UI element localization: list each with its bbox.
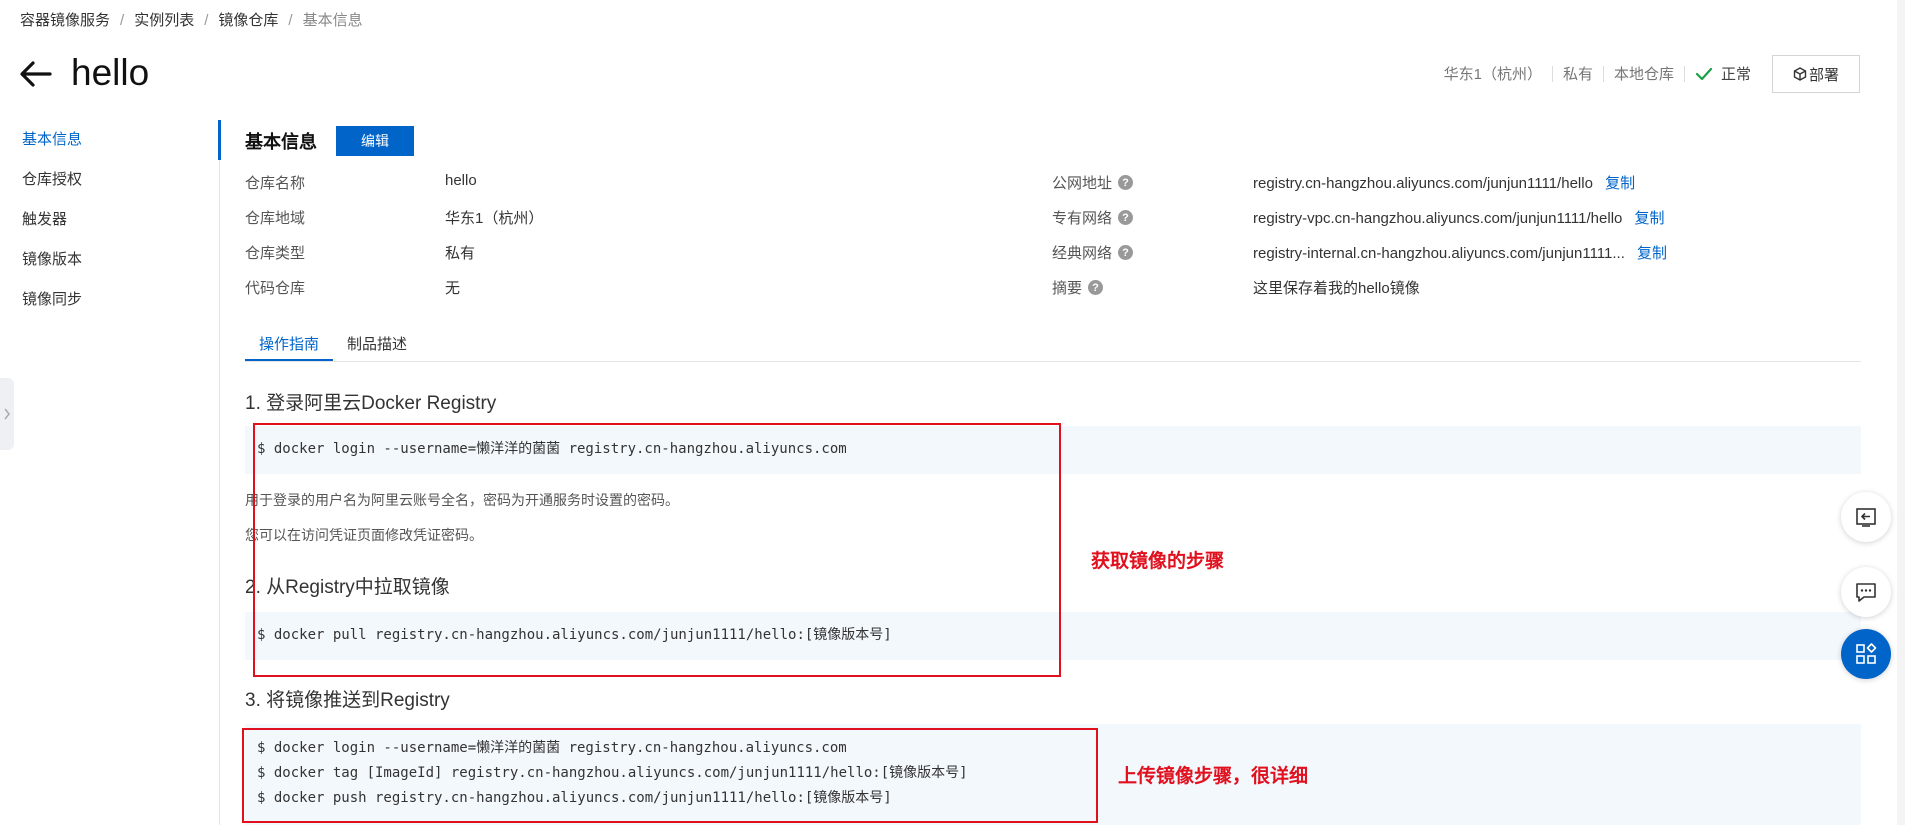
info-label-code-repo: 代码仓库: [245, 280, 306, 297]
meta-divider: [1683, 65, 1685, 82]
apps-button[interactable]: [1841, 629, 1891, 679]
edit-button[interactable]: 编辑: [336, 126, 414, 156]
sidenav-divider: [219, 120, 220, 825]
deploy-button[interactable]: 部署: [1772, 55, 1860, 93]
info-label-text: 公网地址: [1052, 175, 1113, 192]
classic-address-text: registry-internal.cn-hangzhou.aliyuncs.c…: [1253, 245, 1625, 262]
info-label-text: 摘要: [1052, 280, 1083, 297]
repo-source-text: 本地仓库: [1613, 66, 1674, 83]
meta-divider: [1602, 65, 1604, 82]
page-scrollbar[interactable]: [1897, 0, 1905, 825]
chat-icon: [1856, 583, 1876, 602]
collapse-handle[interactable]: [0, 378, 14, 450]
annotation-note-push: 上传镜像步骤，很详细: [1118, 766, 1309, 787]
help-icon[interactable]: ?: [1118, 175, 1134, 190]
info-label-repo-type: 仓库类型: [245, 245, 306, 262]
annotation-box-push-steps: [242, 728, 1098, 823]
info-value-repo-name: hello: [445, 172, 477, 189]
step3-title: 3. 将镜像推送到Registry: [245, 690, 450, 711]
back-arrow-icon[interactable]: [18, 56, 54, 92]
feedback-button[interactable]: [1841, 567, 1891, 617]
info-label-text: 专有网络: [1052, 210, 1113, 227]
info-label-repo-name: 仓库名称: [245, 175, 306, 192]
copy-classic-address-link[interactable]: 复制: [1637, 245, 1667, 262]
info-value-repo-type: 私有: [445, 245, 476, 262]
breadcrumb-separator: /: [120, 12, 125, 29]
deploy-label: 部署: [1808, 66, 1839, 84]
sidenav-item-basic-info[interactable]: 基本信息: [0, 120, 220, 160]
sidenav-active-indicator: [218, 120, 221, 160]
tab-artifact-description[interactable]: 制品描述: [333, 333, 421, 361]
info-label-vpc: 专有网络?: [1052, 207, 1134, 228]
apps-grid-icon: [1856, 643, 1877, 664]
content-tabs: 操作指南 制品描述: [245, 333, 1861, 362]
info-value-code-repo: 无: [445, 280, 461, 297]
visibility-text: 私有: [1562, 66, 1593, 83]
breadcrumb-separator: /: [288, 12, 293, 29]
breadcrumb-separator: /: [204, 12, 209, 29]
annotation-note-pull: 获取镜像的步骤: [1091, 551, 1225, 572]
info-value-vpc: registry-vpc.cn-hangzhou.aliyuncs.com/ju…: [1253, 207, 1665, 228]
sidenav-item-image-versions[interactable]: 镜像版本: [0, 240, 220, 280]
sidenav-item-triggers[interactable]: 触发器: [0, 200, 220, 240]
header-meta: 华东1（杭州） 私有 本地仓库 正常: [1444, 63, 1751, 84]
copy-public-address-link[interactable]: 复制: [1605, 175, 1635, 192]
info-label-classic-network: 经典网络?: [1052, 242, 1134, 263]
sidenav-item-repo-auth[interactable]: 仓库授权: [0, 160, 220, 200]
sidenav-item-image-sync[interactable]: 镜像同步: [0, 280, 220, 320]
breadcrumb-item-current: 基本信息: [302, 12, 363, 29]
check-icon: [1695, 67, 1713, 80]
info-value-summary: 这里保存着我的hello镜像: [1253, 280, 1420, 297]
info-label-public-address: 公网地址?: [1052, 172, 1134, 193]
collapse-panel-button[interactable]: [1841, 492, 1891, 542]
sidenav: 基本信息 仓库授权 触发器 镜像版本 镜像同步: [0, 120, 220, 320]
copy-vpc-address-link[interactable]: 复制: [1635, 210, 1665, 227]
breadcrumb-item-instances[interactable]: 实例列表: [134, 12, 194, 29]
cube-icon: [1793, 67, 1807, 81]
info-label-text: 经典网络: [1052, 245, 1113, 262]
tab-operation-guide[interactable]: 操作指南: [245, 333, 334, 361]
info-label-region: 仓库地域: [245, 210, 306, 227]
status-text: 正常: [1720, 66, 1751, 83]
info-value-classic-network: registry-internal.cn-hangzhou.aliyuncs.c…: [1253, 242, 1667, 263]
breadcrumb-item-service[interactable]: 容器镜像服务: [20, 12, 110, 29]
status-badge: 正常: [1695, 63, 1751, 84]
step1-title: 1. 登录阿里云Docker Registry: [245, 393, 497, 414]
vpc-address-text: registry-vpc.cn-hangzhou.aliyuncs.com/ju…: [1253, 210, 1623, 227]
help-icon[interactable]: ?: [1118, 210, 1134, 225]
info-value-public-address: registry.cn-hangzhou.aliyuncs.com/junjun…: [1253, 172, 1635, 193]
info-value-region: 华东1（杭州）: [445, 210, 544, 227]
public-address-text: registry.cn-hangzhou.aliyuncs.com/junjun…: [1253, 175, 1593, 192]
breadcrumb: 容器镜像服务 / 实例列表 / 镜像仓库 / 基本信息: [20, 9, 363, 30]
annotation-box-pull-steps: [253, 423, 1061, 677]
meta-divider: [1551, 65, 1553, 82]
breadcrumb-item-repos[interactable]: 镜像仓库: [218, 12, 278, 29]
help-icon[interactable]: ?: [1088, 280, 1104, 295]
chevron-right-icon: [4, 408, 10, 420]
section-title: 基本信息: [245, 132, 317, 152]
page-title: hello: [71, 52, 150, 93]
region-text: 华东1（杭州）: [1443, 66, 1542, 83]
help-icon[interactable]: ?: [1118, 245, 1134, 260]
panel-collapse-icon: [1856, 508, 1876, 527]
info-label-summary: 摘要?: [1052, 277, 1104, 298]
